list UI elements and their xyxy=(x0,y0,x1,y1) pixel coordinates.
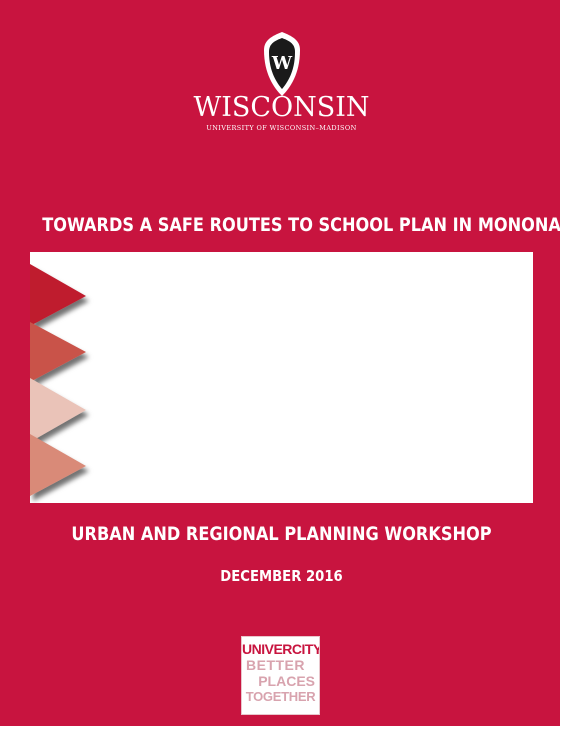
logo-line-2: BETTER xyxy=(246,657,305,673)
publication-date: DECEMBER 2016 xyxy=(220,567,343,585)
university-wordmark: WISCONSIN xyxy=(193,92,370,123)
arrow-4 xyxy=(30,434,86,496)
uw-crest-icon: W xyxy=(264,32,300,96)
logo-line-1: UNIVERCITY xyxy=(242,641,320,657)
document-title: TOWARDS A SAFE ROUTES TO SCHOOL PLAN IN … xyxy=(42,214,561,236)
arrow-2 xyxy=(30,322,86,382)
logo-line-4: TOGETHER xyxy=(245,689,316,704)
arrow-3 xyxy=(30,378,86,442)
crest-letter: W xyxy=(271,53,293,74)
decorative-arrows xyxy=(30,264,86,496)
logo-line-3: PLACES xyxy=(258,673,315,689)
cover-page: W WISCONSIN UNIVERSITY OF WISCONSIN–MADI… xyxy=(0,0,561,726)
cover-banner xyxy=(30,252,533,503)
workshop-label: URBAN AND REGIONAL PLANNING WORKSHOP xyxy=(71,523,492,545)
arrow-1 xyxy=(30,264,86,326)
university-subtitle: UNIVERSITY OF WISCONSIN–MADISON xyxy=(206,124,357,132)
univercity-logo: UNIVERCITY BETTER PLACES TOGETHER xyxy=(241,636,320,715)
